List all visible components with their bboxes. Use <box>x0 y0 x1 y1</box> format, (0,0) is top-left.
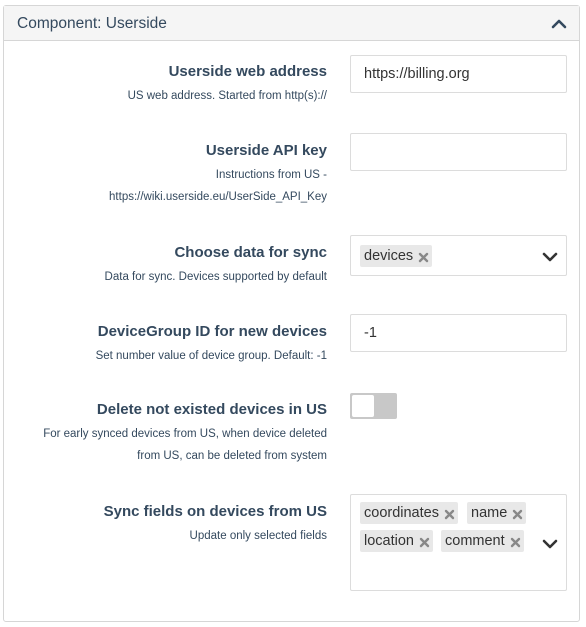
chevron-down-icon[interactable] <box>542 537 558 549</box>
close-icon[interactable] <box>419 536 430 547</box>
chevron-up-icon[interactable] <box>551 16 567 32</box>
selected-chip: devices <box>360 245 433 267</box>
field-help-link: https://wiki.userside.eu/UserSide_API_Ke… <box>109 191 327 203</box>
panel-header[interactable]: Component: Userside <box>4 6 579 41</box>
field-help: Data for sync. Devices supported by defa… <box>104 271 327 283</box>
field-help: from US, can be deleted from system <box>137 450 327 462</box>
field-label: Sync fields on devices from US <box>103 503 327 520</box>
close-icon[interactable] <box>444 508 455 519</box>
field-label: Userside web address <box>168 63 327 80</box>
close-icon[interactable] <box>510 536 521 547</box>
field-help: Set number value of device group. Defaul… <box>95 350 327 362</box>
chevron-down-icon[interactable] <box>542 250 558 262</box>
field-help: For early synced devices from US, when d… <box>43 428 327 440</box>
api-key-input[interactable] <box>350 133 567 171</box>
chip-label: name <box>471 505 508 521</box>
selected-chip: coordinates <box>360 502 458 524</box>
field-label: Choose data for sync <box>174 244 327 261</box>
field-label: DeviceGroup ID for new devices <box>97 323 327 340</box>
sync-fields-select[interactable]: coordinates name location comment <box>350 494 567 591</box>
panel-title: Component: Userside <box>17 15 167 32</box>
device-group-input[interactable] <box>350 314 567 352</box>
field-label: Userside API key <box>205 142 327 159</box>
component-panel: Component: Userside Userside web address… <box>3 5 580 622</box>
delete-devices-toggle[interactable] <box>350 393 397 419</box>
selected-chip: comment <box>441 530 524 552</box>
toggle-knob <box>352 395 374 417</box>
field-help: Update only selected fields <box>189 530 327 542</box>
selected-chip: name <box>467 502 527 524</box>
chip-label: comment <box>445 533 505 549</box>
field-label: Delete not existed devices in US <box>96 401 327 418</box>
selected-chip: location <box>360 530 433 552</box>
field-help: Instructions from US - <box>215 169 327 181</box>
close-icon[interactable] <box>418 251 429 262</box>
web-address-input[interactable] <box>350 55 567 93</box>
close-icon[interactable] <box>512 508 523 519</box>
field-help: US web address. Started from http(s):// <box>127 90 327 102</box>
chip-label: coordinates <box>364 505 439 521</box>
sync-data-select[interactable]: devices <box>350 235 567 276</box>
chip-label: location <box>364 533 414 549</box>
chip-label: devices <box>364 248 414 264</box>
